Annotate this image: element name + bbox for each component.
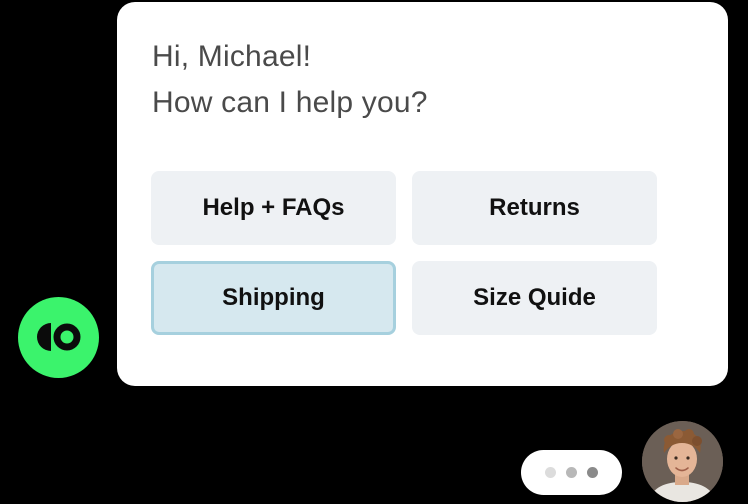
shipping-button[interactable]: Shipping (151, 261, 396, 335)
typing-indicator (521, 450, 622, 495)
user-avatar (642, 421, 723, 502)
chat-widget: Hi, Michael! How can I help you? Help + … (0, 0, 748, 504)
greeting-line-question: How can I help you? (152, 86, 428, 119)
greeting-line-name: Hi, Michael! (152, 40, 312, 73)
user-avatar-photo (642, 421, 723, 502)
typing-dot (587, 467, 598, 478)
quick-reply-options: Help + FAQs Returns Shipping Size Quide (151, 171, 658, 337)
brand-logo-icon (37, 323, 81, 351)
returns-button[interactable]: Returns (412, 171, 657, 245)
chat-message-card: Hi, Michael! How can I help you? Help + … (117, 2, 728, 386)
brand-avatar (18, 297, 99, 378)
size-guide-button[interactable]: Size Quide (412, 261, 657, 335)
help-faqs-button[interactable]: Help + FAQs (151, 171, 396, 245)
typing-dot (566, 467, 577, 478)
greeting-message: Hi, Michael! How can I help you? (152, 34, 428, 126)
typing-dot (545, 467, 556, 478)
